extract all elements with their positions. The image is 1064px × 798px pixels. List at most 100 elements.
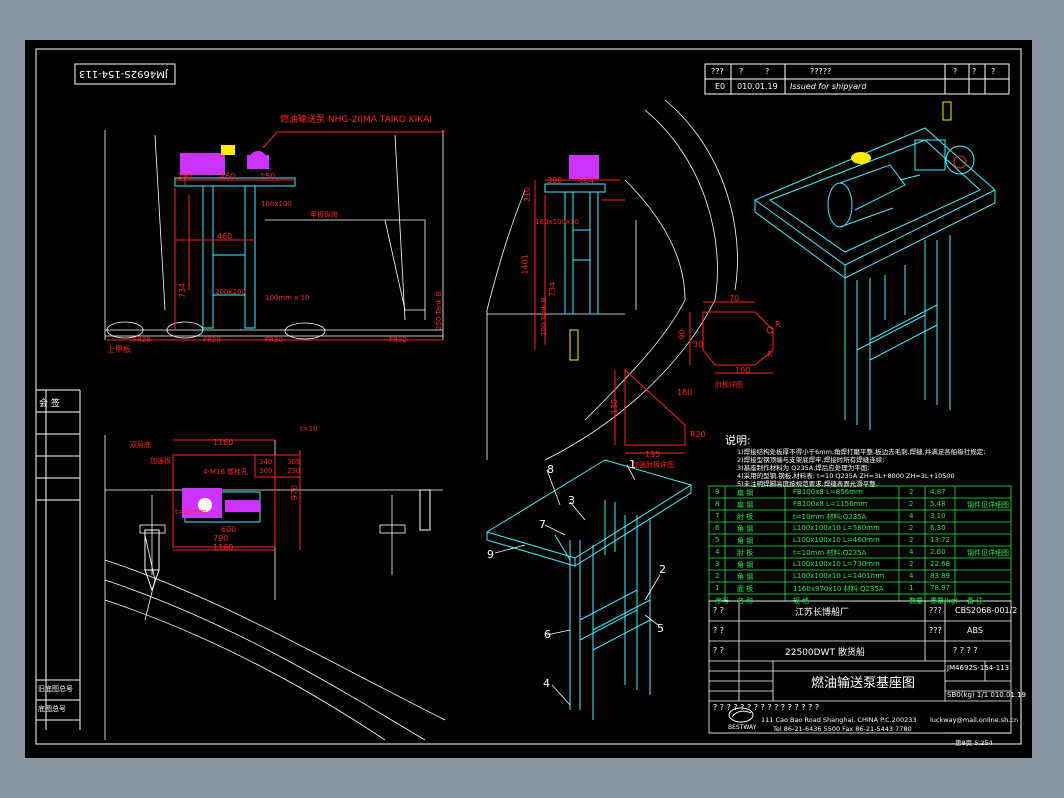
rev-h1: ? xyxy=(739,67,744,76)
knee-dim-0: 180 xyxy=(677,388,693,397)
parts-cell-spec: L100x100x10 L=1401mm xyxy=(793,572,885,580)
parts-cell-qty: 4 xyxy=(909,512,914,520)
tb-dwg-no: JM4692S-154-113 xyxy=(947,664,1010,672)
parts-cell-spec: t=10mm 材料:Q235A xyxy=(793,549,867,557)
side-dim-734: 734 xyxy=(548,281,558,298)
rev-h6: ? xyxy=(991,67,996,76)
tb-company: BESTWAY xyxy=(728,724,757,731)
bracket-dim-4: R xyxy=(767,350,773,359)
cad-drawing-sheet[interactable]: JM4692S-154-113 ??? ? ? ????? ? ? ? E0 0… xyxy=(25,40,1032,758)
plan-note-4: t=10mm xyxy=(175,508,207,516)
callout-3: 3 xyxy=(568,494,575,507)
bracket-dim-1: 90 xyxy=(677,329,687,340)
parts-cell-spec: L100x100x10 L=730mm xyxy=(793,560,880,568)
side-dim-1401: 1401 xyxy=(520,254,530,275)
dim-150: 150 xyxy=(260,172,276,181)
tb-yard: 江苏长博船厂 xyxy=(795,608,850,618)
tb-page: 第8页 5.254 xyxy=(955,739,993,747)
parts-cell-no: 4 xyxy=(715,548,720,556)
parts-cell-spec: t=10mm 材料:Q235A xyxy=(793,513,867,521)
callout-9: 9 xyxy=(487,548,494,561)
plan-dim-3: 600 xyxy=(221,525,237,534)
frame-fr28: FR28 xyxy=(133,336,151,344)
tb-tel: Tel 86-21-6436 5500 Fax 86-21-5443 7780 xyxy=(773,725,912,733)
parts-cell-no: 8 xyxy=(715,500,720,508)
parts-cell-spec: L100x100x10 L=580mm xyxy=(793,524,880,532)
plan-dim-6: 305 xyxy=(287,458,301,466)
parts-cell-rem: 钢件见详细图 xyxy=(967,549,1009,557)
front-note-0: 甲板纵骨 xyxy=(310,211,338,219)
note-line-5: 5)未注明焊脚高度按规范要求,焊缝表面光滑平整. xyxy=(737,480,878,488)
side-note-0: 160x100x10 xyxy=(535,218,579,226)
parts-cell-no: 6 xyxy=(715,524,720,532)
parts-cell-qty: 4 xyxy=(909,572,914,580)
parts-cell-wt: 6.30 xyxy=(930,524,946,532)
parts-cell-qty: 2 xyxy=(909,500,914,508)
plan-dim-8: 230 xyxy=(287,467,301,475)
front-note-2: 200x200 xyxy=(215,288,246,296)
parts-cell-name: 面 板 xyxy=(737,585,754,593)
rev-date: 010.01.19 xyxy=(737,82,778,91)
parts-cell-no: 9 xyxy=(715,488,720,496)
tb-email: luckway@mail.online.sh.cn xyxy=(930,716,1019,724)
plan-dim-7: 300 xyxy=(259,467,273,475)
drawing-linework xyxy=(35,48,1022,745)
parts-cell-no: 2 xyxy=(715,572,720,580)
parts-cell-wt: 22.68 xyxy=(930,560,951,568)
frame-fr29: FR29 xyxy=(203,336,221,344)
plan-note-2: 4-M16 螺栓孔 xyxy=(203,468,249,476)
parts-cell-no: 5 xyxy=(715,536,720,544)
drawing-total-label: 底图总号 xyxy=(38,705,66,713)
parts-cell-name: 肘 板 xyxy=(737,513,754,521)
parts-cell-no: 1 xyxy=(715,584,720,592)
side-dim-210: 210 xyxy=(523,186,533,203)
parts-cell-spec: L100x100x10 L=460mm xyxy=(793,536,880,544)
tb-vessel: 22500DWT 散货船 xyxy=(785,648,865,658)
bracket-dim-0: 70 xyxy=(729,294,740,303)
dim-200: 200 xyxy=(177,172,193,181)
plan-dim-0: 1160 xyxy=(213,438,234,447)
parts-cell-name: 角 钢 xyxy=(737,537,754,545)
parts-cell-name: 角 钢 xyxy=(737,561,754,569)
bracket-dim-3: 100 xyxy=(735,366,751,375)
parts-cell-name: 角 钢 xyxy=(737,573,754,581)
parts-header-rem: 备 注 xyxy=(967,597,984,605)
parts-cell-qty: 2 xyxy=(909,488,914,496)
bracket-dim-2: R xyxy=(775,320,781,329)
parts-cell-name: 肘 板 xyxy=(737,549,754,557)
tb-yard-code: CBS2068-001/2 xyxy=(955,606,1018,615)
callout-8: 8 xyxy=(547,463,554,476)
parts-cell-spec: FB100x8 L=1156mm xyxy=(793,500,868,508)
parts-cell-qty: 2 xyxy=(909,524,914,532)
callout-6: 6 xyxy=(544,628,551,641)
tb-yard-code-label: ??? xyxy=(929,606,942,615)
plan-dim-1: 1160 xyxy=(213,543,234,552)
parts-cell-name: 扁 钢 xyxy=(737,501,754,509)
callout-5: 5 xyxy=(657,622,664,635)
rev-h3: ????? xyxy=(810,67,832,76)
tb-sheet-scale: SB0(kg) 1/1 010.01.19 xyxy=(947,691,1026,699)
parts-cell-no: 7 xyxy=(715,512,720,520)
parts-cell-wt: 83.89 xyxy=(930,572,951,580)
parts-cell-spec: 1160x970x10 材料:Q235A xyxy=(793,585,884,593)
parts-cell-rem: 钢件见详细图 xyxy=(967,501,1009,509)
pump-title-label: 燃油输送泵 NHG-20MA TAIKO KIKAI xyxy=(280,115,432,125)
parts-cell-qty: 2 xyxy=(909,536,914,544)
knee-label: 加强肘板详图 xyxy=(632,461,674,469)
rev-h0: ??? xyxy=(711,67,724,76)
dim-460: 460 xyxy=(220,172,236,181)
knee-dim-1: 135 xyxy=(645,450,661,459)
side-note-1: 100 Tank B. xyxy=(540,295,548,336)
parts-cell-spec: FB100x8 L=856mm xyxy=(793,488,863,496)
front-note-3: 100mm x 10 xyxy=(265,294,310,302)
side-dim-380: 380 xyxy=(547,176,563,185)
deck-label: 上甲板 xyxy=(107,345,131,354)
frame-fr30: FR30 xyxy=(265,336,283,344)
front-note-1: 100x100 xyxy=(261,200,292,208)
tb-vessel-label: ? ? xyxy=(713,646,725,655)
front-right-dim: 250 Tank B. xyxy=(435,289,443,330)
plan-note-3: t=10 xyxy=(300,425,318,433)
frame-fr32: FR32 xyxy=(389,336,407,344)
parts-cell-name: 角 钢 xyxy=(737,525,754,533)
rotated-drawing-number: JM4692S-154-113 xyxy=(79,68,168,79)
